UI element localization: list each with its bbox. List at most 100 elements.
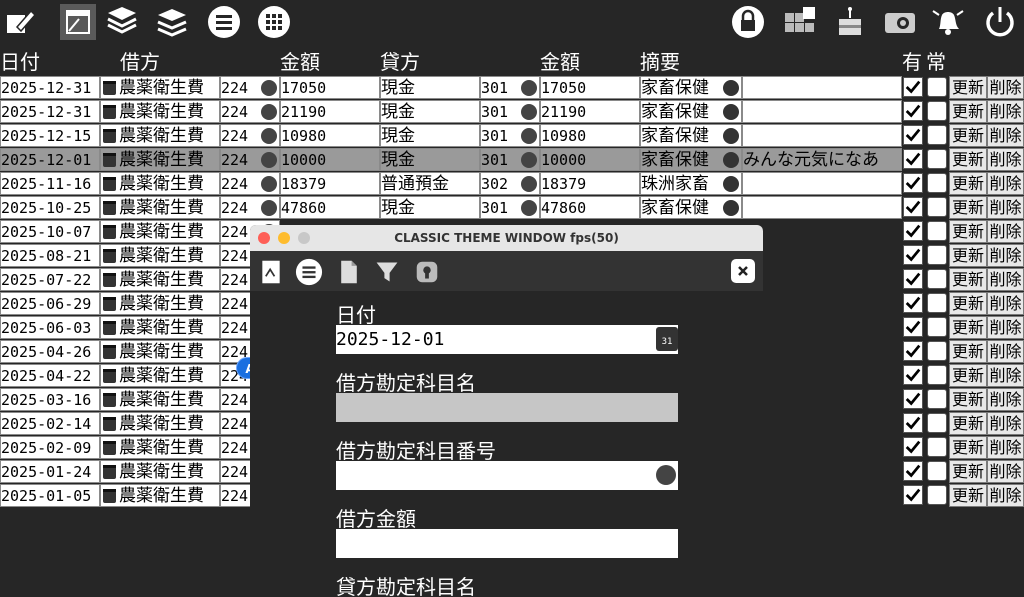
update-button[interactable]: 更新 [949,436,987,459]
debit-cell[interactable]: 農薬衛生費 [100,436,220,459]
flag-yes-checkbox[interactable] [903,269,923,289]
debit-cell[interactable]: 農薬衛生費 [100,76,220,99]
update-button[interactable]: 更新 [949,76,987,99]
date-cell[interactable]: 2025-10-25 [0,196,100,219]
amount-cell[interactable]: 17050 [280,76,380,99]
puzzle-icon[interactable] [782,4,818,40]
flag-yes-checkbox[interactable] [903,437,923,457]
update-button[interactable]: 更新 [949,316,987,339]
date-cell[interactable]: 2025-02-09 [0,436,100,459]
date-field[interactable]: 2025-12-01 31 [336,325,678,354]
grid-icon[interactable] [261,80,277,96]
table-row[interactable]: 2025-11-16 農薬衛生費 224 18379 普通預金 302 18379 珠洲家畜 更… [0,172,1024,196]
delete-button[interactable]: 削除 [987,124,1024,147]
flag-normal-checkbox[interactable] [927,173,947,193]
delete-button[interactable]: 削除 [987,340,1024,363]
keyhole-icon[interactable] [412,257,442,287]
credit-no-cell[interactable]: 301 [480,76,540,99]
grid-icon[interactable] [521,104,537,120]
grid-icon[interactable] [261,200,277,216]
flag-normal-checkbox[interactable] [927,437,947,457]
update-button[interactable]: 更新 [949,340,987,363]
debit-cell[interactable]: 農薬衛生費 [100,220,220,243]
calendar-icon[interactable] [103,273,116,287]
flag-yes-checkbox[interactable] [903,341,923,361]
flag-normal-checkbox[interactable] [927,317,947,337]
table-row[interactable]: 2025-10-25 農薬衛生費 224 47860 現金 301 47860 家畜保健 更新削… [0,196,1024,220]
amount-cell[interactable]: 47860 [280,196,380,219]
credit-no-cell[interactable]: 301 [480,196,540,219]
debit-cell[interactable]: 農薬衛生費 [100,268,220,291]
menu-icon[interactable] [723,200,739,216]
table-row[interactable]: 2025-12-01 農薬衛生費 224 10000 現金 301 10000 家畜保健 みんな… [0,148,1024,172]
flag-normal-checkbox[interactable] [927,269,947,289]
delete-button[interactable]: 削除 [987,292,1024,315]
calendar-icon[interactable] [103,441,116,455]
debit-cell[interactable]: 農薬衛生費 [100,316,220,339]
delete-button[interactable]: 削除 [987,172,1024,195]
delete-button[interactable]: 削除 [987,196,1024,219]
flag-yes-checkbox[interactable] [903,125,923,145]
flag-normal-checkbox[interactable] [927,221,947,241]
debit-cell[interactable]: 農薬衛生費 [100,148,220,171]
flag-yes-checkbox[interactable] [903,173,923,193]
amount-cell[interactable]: 17050 [540,76,640,99]
flag-normal-checkbox[interactable] [927,245,947,265]
credit-cell[interactable]: 現金 [380,124,480,147]
flag-normal-checkbox[interactable] [927,293,947,313]
update-button[interactable]: 更新 [949,412,987,435]
header-memo[interactable]: 摘要 [640,48,680,76]
flag-yes-checkbox[interactable] [903,293,923,313]
debit-no-cell[interactable]: 224 [220,196,280,219]
stack-icon[interactable] [104,4,140,40]
update-button[interactable]: 更新 [949,124,987,147]
memo-cell[interactable]: 家畜保健 [640,148,742,171]
update-button[interactable]: 更新 [949,268,987,291]
calendar-icon[interactable] [103,321,116,335]
memo-cell[interactable]: 珠洲家畜 [640,172,742,195]
grid-icon[interactable] [521,152,537,168]
delete-button[interactable]: 削除 [987,244,1024,267]
date-cell[interactable]: 2025-04-26 [0,340,100,363]
delete-button[interactable]: 削除 [987,148,1024,171]
flag-yes-checkbox[interactable] [903,365,923,385]
delete-button[interactable]: 削除 [987,268,1024,291]
header-date[interactable]: 日付 [0,48,40,76]
calendar-icon[interactable] [103,201,116,215]
grid-icon[interactable] [256,4,292,40]
grid-icon[interactable] [261,152,277,168]
note-cell[interactable] [742,76,902,99]
menu-icon[interactable] [723,104,739,120]
stack-icon[interactable] [154,4,190,40]
table-row[interactable]: 2025-12-15 農薬衛生費 224 10980 現金 301 10980 家畜保健 更新削… [0,124,1024,148]
flag-yes-checkbox[interactable] [903,485,923,505]
date-cell[interactable]: 2025-12-31 [0,76,100,99]
date-cell[interactable]: 2025-12-31 [0,100,100,123]
cake-icon[interactable] [832,4,868,40]
delete-button[interactable]: 削除 [987,76,1024,99]
debit-cell[interactable]: 農薬衛生費 [100,292,220,315]
memo-cell[interactable]: 家畜保健 [640,100,742,123]
update-button[interactable]: 更新 [949,220,987,243]
amount-cell[interactable]: 10000 [540,148,640,171]
credit-cell[interactable]: 現金 [380,196,480,219]
date-cell[interactable]: 2025-10-07 [0,220,100,243]
update-button[interactable]: 更新 [949,172,987,195]
header-flag-normal[interactable]: 常 [926,48,946,76]
amount-cell[interactable]: 21190 [540,100,640,123]
debit-cell[interactable]: 農薬衛生費 [100,124,220,147]
header-credit[interactable]: 貸方 [380,48,420,76]
flag-yes-checkbox[interactable] [903,101,923,121]
close-button[interactable] [731,259,755,283]
update-button[interactable]: 更新 [949,460,987,483]
debit-no-cell[interactable]: 224 [220,76,280,99]
header-debit[interactable]: 借方 [120,48,160,76]
debit-amount-field[interactable] [336,529,678,558]
debit-name-field[interactable] [336,393,678,422]
form-icon[interactable] [256,257,286,287]
debit-no-cell[interactable]: 224 [220,172,280,195]
debit-cell[interactable]: 農薬衛生費 [100,388,220,411]
table-row[interactable]: 2025-12-31 農薬衛生費 224 21190 現金 301 21190 家畜保健 更新削… [0,100,1024,124]
flag-yes-checkbox[interactable] [903,149,923,169]
flag-normal-checkbox[interactable] [927,149,947,169]
